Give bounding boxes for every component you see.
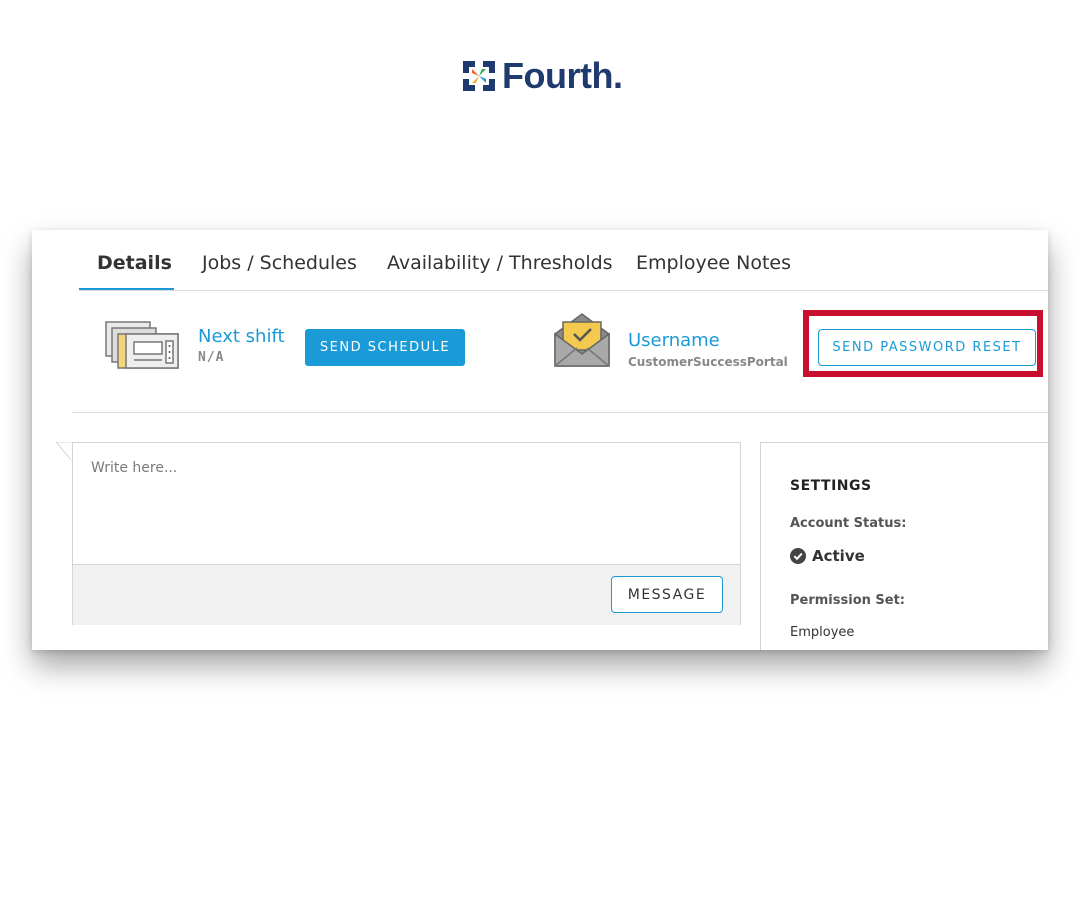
account-status-value: Active bbox=[812, 547, 865, 565]
fourth-wordmark-dot: . bbox=[612, 55, 623, 96]
settings-title: SETTINGS bbox=[790, 478, 872, 494]
settings-panel: SETTINGS Account Status: Active Permissi… bbox=[760, 442, 1048, 650]
tab-employee-notes[interactable]: Employee Notes bbox=[636, 252, 791, 274]
employee-details-card: Details Jobs / Schedules Availability / … bbox=[32, 230, 1048, 650]
tab-jobs-schedules[interactable]: Jobs / Schedules bbox=[202, 252, 357, 274]
tab-bar: Details Jobs / Schedules Availability / … bbox=[79, 230, 1048, 291]
send-password-reset-button[interactable]: SEND PASSWORD RESET bbox=[818, 329, 1036, 366]
section-divider bbox=[72, 412, 1048, 413]
check-circle-icon bbox=[790, 548, 806, 564]
envelope-check-icon bbox=[554, 313, 610, 367]
permission-set-value: Employee bbox=[790, 625, 855, 640]
message-input[interactable] bbox=[73, 443, 740, 564]
tab-details[interactable]: Details bbox=[97, 252, 172, 274]
active-tab-indicator bbox=[79, 288, 174, 290]
permission-set-label: Permission Set: bbox=[790, 593, 905, 608]
tab-availability-thresholds[interactable]: Availability / Thresholds bbox=[387, 252, 613, 274]
fourth-logo: Fourth . bbox=[460, 55, 623, 96]
username-label: Username bbox=[628, 330, 720, 351]
message-button[interactable]: MESSAGE bbox=[611, 576, 723, 613]
username-value: CustomerSuccessPortal bbox=[628, 355, 788, 369]
account-status: Active bbox=[790, 547, 865, 565]
message-composer: MESSAGE bbox=[72, 442, 741, 625]
account-status-label: Account Status: bbox=[790, 516, 907, 531]
next-shift-label: Next shift bbox=[198, 326, 285, 347]
send-schedule-button[interactable]: SEND SCHEDULE bbox=[305, 329, 465, 366]
fourth-wordmark: Fourth bbox=[502, 55, 613, 96]
message-footer: MESSAGE bbox=[73, 564, 740, 625]
fourth-logo-icon bbox=[463, 61, 495, 91]
schedule-cards-icon bbox=[105, 321, 179, 369]
next-shift-value: N/A bbox=[198, 350, 225, 365]
